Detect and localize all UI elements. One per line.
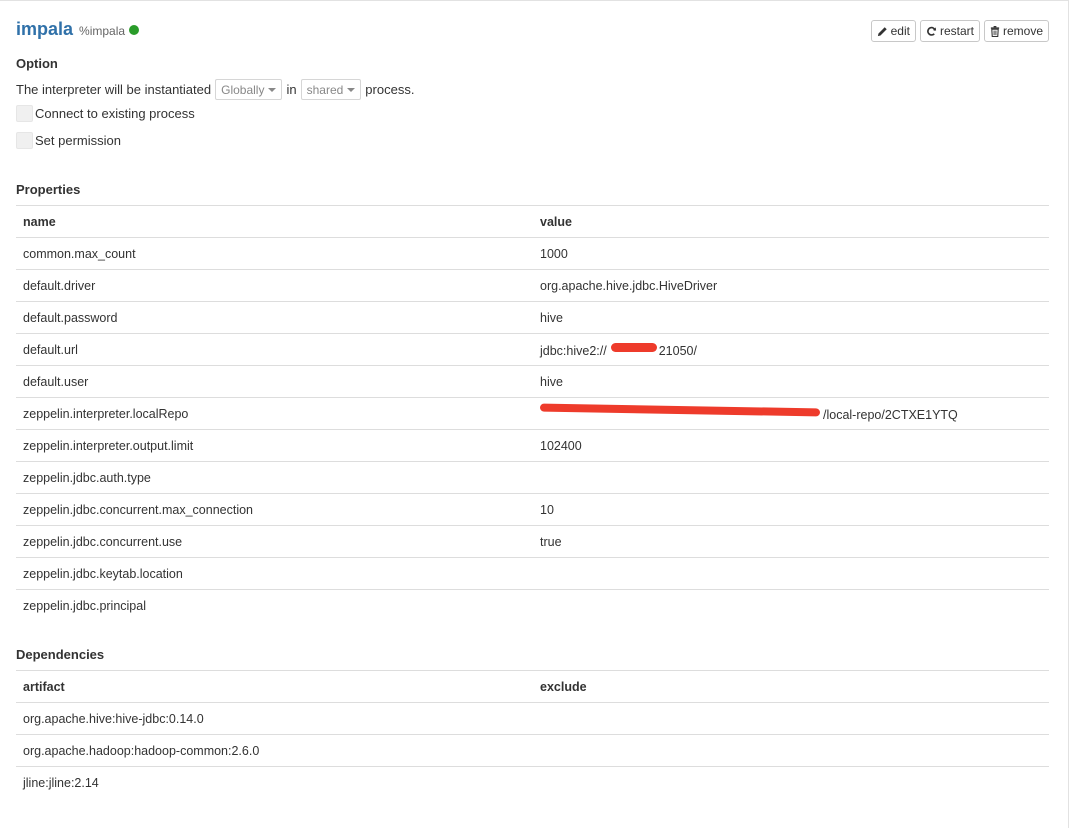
set-permission-option: Set permission [16, 132, 121, 149]
property-name: default.user [16, 365, 533, 398]
property-value [533, 557, 1049, 590]
url-suffix: 21050/ [658, 344, 697, 358]
value-column-header: value [533, 205, 1049, 238]
table-row: zeppelin.jdbc.keytab.location [16, 557, 1049, 590]
url-prefix: jdbc:hive2:// [540, 344, 607, 358]
pencil-icon [877, 26, 887, 36]
dependency-artifact: org.apache.hive:hive-jdbc:0.14.0 [16, 702, 533, 735]
property-value [533, 461, 1049, 494]
properties-table: name value common.max_count 1000 default… [16, 205, 1049, 622]
property-name: zeppelin.jdbc.principal [16, 589, 533, 622]
property-name: default.url [16, 333, 533, 366]
property-value [533, 589, 1049, 622]
table-row: org.apache.hive:hive-jdbc:0.14.0 [16, 702, 1049, 735]
connect-existing-label: Connect to existing process [35, 106, 195, 121]
property-value: hive [533, 365, 1049, 398]
option-section-title: Option [16, 56, 58, 71]
property-name: zeppelin.jdbc.keytab.location [16, 557, 533, 590]
connect-existing-checkbox[interactable] [16, 105, 33, 122]
table-row: zeppelin.jdbc.concurrent.max_connection … [16, 493, 1049, 526]
redacted-path [539, 403, 823, 419]
property-value: hive [533, 301, 1049, 334]
table-row: zeppelin.jdbc.principal [16, 589, 1049, 622]
interpreter-tag: %impala [79, 24, 126, 38]
property-name: default.password [16, 301, 533, 334]
property-value: 102400 [533, 429, 1049, 462]
mode-select[interactable]: Globally [215, 79, 283, 100]
table-row: org.apache.hadoop:hadoop-common:2.6.0 [16, 734, 1049, 767]
property-value: org.apache.hive.jdbc.HiveDriver [533, 269, 1049, 302]
edit-button-label: edit [890, 24, 910, 38]
property-name: default.driver [16, 269, 533, 302]
dependencies-section-title: Dependencies [16, 647, 105, 662]
table-row: default.password hive [16, 301, 1049, 334]
set-permission-checkbox[interactable] [16, 132, 33, 149]
table-row: default.driver org.apache.hive.jdbc.Hive… [16, 269, 1049, 302]
property-value: /local-repo/2CTXE1YTQ [533, 397, 1049, 430]
option-text-before: The interpreter will be instantiated [16, 82, 212, 97]
table-row: zeppelin.jdbc.concurrent.use true [16, 525, 1049, 558]
remove-button-label: remove [1002, 24, 1043, 38]
edit-button[interactable]: edit [870, 20, 916, 42]
property-name: zeppelin.jdbc.auth.type [16, 461, 533, 494]
status-indicator-icon [129, 25, 140, 35]
interpreter-actions: edit restart remove [870, 20, 1049, 42]
interpreter-name[interactable]: impala [16, 19, 73, 40]
dependency-exclude [533, 734, 1049, 767]
table-row: zeppelin.interpreter.output.limit 102400 [16, 429, 1049, 462]
properties-header-row: name value [16, 205, 1049, 238]
mode-select-value: Globally [221, 82, 265, 97]
artifact-column-header: artifact [16, 670, 533, 703]
property-value: true [533, 525, 1049, 558]
table-row: default.url jdbc:hive2:// 21050/ [16, 333, 1049, 366]
process-select-value: shared [306, 82, 344, 97]
dependency-exclude [533, 702, 1049, 735]
caret-down-icon [347, 87, 356, 92]
repo-suffix: /local-repo/2CTXE1YTQ [823, 408, 958, 422]
redacted-host [607, 341, 659, 355]
process-select[interactable]: shared [300, 79, 362, 100]
property-value: 1000 [533, 237, 1049, 270]
table-row: jline:jline:2.14 [16, 766, 1049, 799]
property-name: zeppelin.interpreter.localRepo [16, 397, 533, 430]
properties-section-title: Properties [16, 182, 81, 197]
table-row: default.user hive [16, 365, 1049, 398]
restart-button[interactable]: restart [919, 20, 980, 42]
set-permission-label: Set permission [35, 133, 121, 148]
name-column-header: name [16, 205, 533, 238]
property-name: zeppelin.jdbc.concurrent.use [16, 525, 533, 558]
instantiation-option: The interpreter will be instantiated Glo… [16, 79, 414, 100]
remove-button[interactable]: remove [983, 20, 1049, 42]
table-row: common.max_count 1000 [16, 237, 1049, 270]
option-text-in: in [286, 82, 297, 97]
dependency-exclude [533, 766, 1049, 799]
caret-down-icon [268, 87, 277, 92]
dependency-artifact: jline:jline:2.14 [16, 766, 533, 799]
restart-button-label: restart [939, 24, 974, 38]
dependencies-table: artifact exclude org.apache.hive:hive-jd… [16, 670, 1049, 799]
option-text-after: process. [365, 82, 415, 97]
property-name: zeppelin.jdbc.concurrent.max_connection [16, 493, 533, 526]
dependencies-header-row: artifact exclude [16, 670, 1049, 703]
dependency-artifact: org.apache.hadoop:hadoop-common:2.6.0 [16, 734, 533, 767]
property-name: zeppelin.interpreter.output.limit [16, 429, 533, 462]
table-row: zeppelin.jdbc.auth.type [16, 461, 1049, 494]
property-name: common.max_count [16, 237, 533, 270]
property-value: jdbc:hive2:// 21050/ [533, 333, 1049, 366]
table-row: zeppelin.interpreter.localRepo /local-re… [16, 397, 1049, 430]
trash-icon [990, 25, 1000, 37]
interpreter-panel: impala %impala edit restart remove Optio… [0, 0, 1069, 828]
refresh-icon [927, 26, 937, 36]
redaction-mark [539, 403, 821, 417]
connect-existing-option: Connect to existing process [16, 105, 195, 122]
redaction-mark [610, 343, 657, 352]
exclude-column-header: exclude [533, 670, 1049, 703]
interpreter-header: impala %impala [16, 19, 140, 40]
property-value: 10 [533, 493, 1049, 526]
